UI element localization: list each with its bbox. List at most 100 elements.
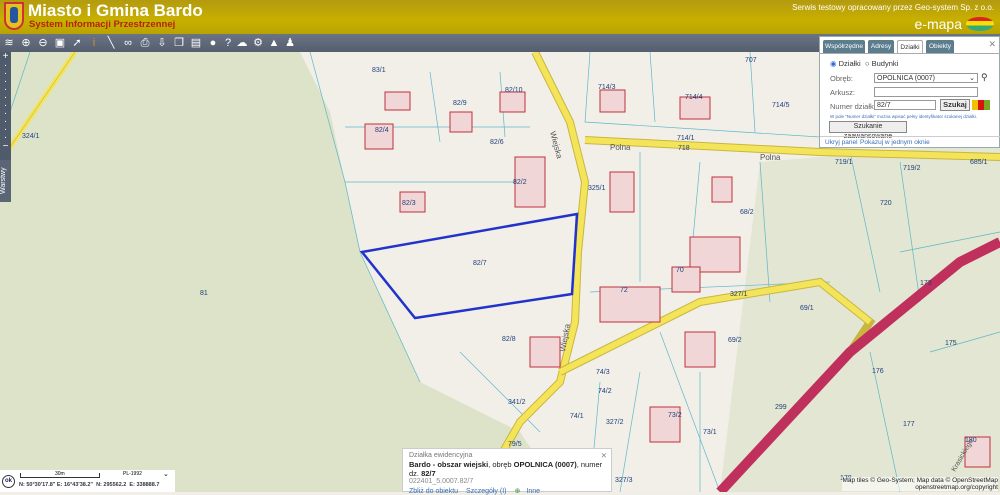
parcel-info-popup: ✕ Działka ewidencyjna Bardo - obszar wie… xyxy=(402,448,612,495)
numer-dzialki-input[interactable]: 82/7 xyxy=(874,100,936,110)
svg-text:177: 177 xyxy=(903,421,915,428)
radio-dzialki[interactable]: ◉ Działki xyxy=(830,59,861,68)
single-window-link[interactable]: Pokazuj w jednym oknie xyxy=(860,139,930,146)
arkusz-input[interactable] xyxy=(874,87,978,97)
print-icon[interactable]: ⎙ xyxy=(138,36,152,50)
obreb-text: , obręb xyxy=(488,460,514,469)
svg-text:176: 176 xyxy=(872,368,884,375)
svg-text:175: 175 xyxy=(945,340,957,347)
popup-description: Bardo - obszar wiejski, obręb OPOLNICA (… xyxy=(409,460,605,478)
search-icon[interactable]: ⚲ xyxy=(981,72,988,83)
svg-text:341/2: 341/2 xyxy=(508,399,526,406)
svg-text:718: 718 xyxy=(678,145,690,152)
attribution-link[interactable]: openstreetmap.org/copyright xyxy=(842,484,998,491)
svg-text:73/1: 73/1 xyxy=(703,429,717,436)
coat-of-arms-logo xyxy=(4,2,24,30)
svg-text:327/2: 327/2 xyxy=(606,419,624,426)
app-title: Miasto i Gmina Bardo xyxy=(28,1,203,20)
app-subtitle: System Informacji Przestrzennej xyxy=(29,19,176,30)
cloud-icon[interactable]: ☁ xyxy=(235,36,249,50)
svg-text:81: 81 xyxy=(200,290,208,297)
download-icon[interactable]: ⇩ xyxy=(155,36,169,50)
settings-icon[interactable]: ⚙ xyxy=(251,36,265,50)
svg-text:Polna: Polna xyxy=(760,153,781,162)
scale-label: 30m xyxy=(55,471,65,477)
svg-text:714/4: 714/4 xyxy=(685,94,703,101)
obreb-select[interactable]: OPOLNICA (0007) ⌄ xyxy=(874,73,978,83)
svg-text:82/9: 82/9 xyxy=(453,100,467,107)
svg-text:82/10: 82/10 xyxy=(505,87,523,94)
select-icon[interactable]: ➚ xyxy=(70,36,84,50)
hide-panel-link[interactable]: Ukryj panel xyxy=(825,139,858,146)
layers-icon[interactable]: ≋ xyxy=(2,36,16,50)
full-extent-icon[interactable]: ▣ xyxy=(53,36,67,50)
parcel-number: 82/7 xyxy=(421,469,436,478)
chevron-down-icon[interactable]: ⌄ xyxy=(163,470,169,478)
svg-text:83/1: 83/1 xyxy=(372,67,386,74)
radio-budynki[interactable]: ○ Budynki xyxy=(865,59,898,68)
svg-text:79/5: 79/5 xyxy=(508,441,522,448)
svg-text:73/2: 73/2 xyxy=(668,412,682,419)
info-icon[interactable]: i xyxy=(87,36,101,50)
credit-text: Serwis testowy opracowany przez Geo-syst… xyxy=(792,3,994,12)
crs-select[interactable]: PL-1992 xyxy=(123,471,142,477)
svg-text:325/1: 325/1 xyxy=(588,185,606,192)
obreb-label: Obręb: xyxy=(830,74,853,83)
svg-text:714/5: 714/5 xyxy=(772,102,790,109)
layers-side-tab[interactable]: Warstwy xyxy=(0,160,11,202)
svg-text:74/3: 74/3 xyxy=(596,369,610,376)
copy-icon[interactable]: ❐ xyxy=(172,36,186,50)
street-view-icon[interactable]: ▲ xyxy=(267,36,281,50)
zoom-levels[interactable]: · · · · · · · · · · xyxy=(0,61,11,143)
svg-text:82/3: 82/3 xyxy=(402,200,416,207)
zoom-in-icon[interactable]: ⊕ xyxy=(19,36,33,50)
zoom-out-button[interactable]: − xyxy=(0,142,11,152)
tab-adresy[interactable]: Adresy xyxy=(868,40,894,53)
tab-dzialki[interactable]: Działki xyxy=(897,40,923,53)
status-colors-icon xyxy=(972,100,990,110)
link-icon[interactable]: ∞ xyxy=(121,36,135,50)
map-attribution: Map tiles © Geo-System; Map data © OpenS… xyxy=(842,477,998,491)
popup-heading: Działka ewidencyjna xyxy=(409,452,473,459)
zoom-out-icon[interactable]: ⊖ xyxy=(36,36,50,50)
svg-text:74/1: 74/1 xyxy=(570,413,584,420)
svg-text:82/8: 82/8 xyxy=(502,336,516,343)
hint-text: W pole "Numer działki" można wpisać pełn… xyxy=(830,114,978,119)
ok-button[interactable]: ok xyxy=(2,475,15,488)
status-bar: ok 30m PL-1992 ⌄ N: 50°30'17.8" E: 16°43… xyxy=(0,470,175,492)
parcel-identifier: 022401_5.0007.82/7 xyxy=(409,478,474,485)
help-icon[interactable]: ? xyxy=(221,36,235,50)
arkusz-label: Arkusz: xyxy=(830,88,856,97)
obreb-value: OPOLNICA (0007) xyxy=(877,75,935,82)
svg-text:82/4: 82/4 xyxy=(375,127,389,134)
coordinates-readout: N: 50°30'17.8" E: 16°43'38.2" N: 295562.… xyxy=(19,482,160,488)
svg-text:82/6: 82/6 xyxy=(490,139,504,146)
svg-text:719/2: 719/2 xyxy=(903,165,921,172)
svg-text:719/1: 719/1 xyxy=(835,159,853,166)
svg-text:74/2: 74/2 xyxy=(598,388,612,395)
svg-text:714/3: 714/3 xyxy=(598,84,616,91)
layout-icon[interactable]: ▤ xyxy=(189,36,203,50)
measure-icon[interactable]: ╲ xyxy=(104,36,118,50)
brand-text: e-mapa xyxy=(914,16,962,32)
svg-text:714/1: 714/1 xyxy=(677,135,695,142)
svg-text:70: 70 xyxy=(676,267,684,274)
search-button[interactable]: Szukaj xyxy=(940,99,970,111)
user-info-icon[interactable]: ♟ xyxy=(283,36,297,50)
radio-dzialki-label: Działki xyxy=(838,59,861,68)
brand-logo xyxy=(966,17,994,31)
svg-text:327/1: 327/1 xyxy=(730,291,748,298)
svg-text:69/2: 69/2 xyxy=(728,337,742,344)
comment-icon[interactable]: ● xyxy=(206,36,220,50)
svg-text:327/3: 327/3 xyxy=(615,477,633,484)
tab-wspolrzedne[interactable]: Współrzędne xyxy=(823,40,865,53)
tab-obiekty[interactable]: Obiekty xyxy=(926,40,954,53)
app-header: Miasto i Gmina Bardo System Informacji P… xyxy=(0,0,1000,34)
radio-budynki-label: Budynki xyxy=(871,59,899,68)
advanced-search-button[interactable]: Szukanie zaawansowane xyxy=(829,121,907,140)
svg-text:82/7: 82/7 xyxy=(473,260,487,267)
close-panel-icon[interactable]: ✕ xyxy=(988,39,996,50)
numer-label: Numer działki: xyxy=(830,102,878,111)
place-name: Bardo - obszar wiejski xyxy=(409,460,489,469)
close-popup-icon[interactable]: ✕ xyxy=(601,451,607,460)
